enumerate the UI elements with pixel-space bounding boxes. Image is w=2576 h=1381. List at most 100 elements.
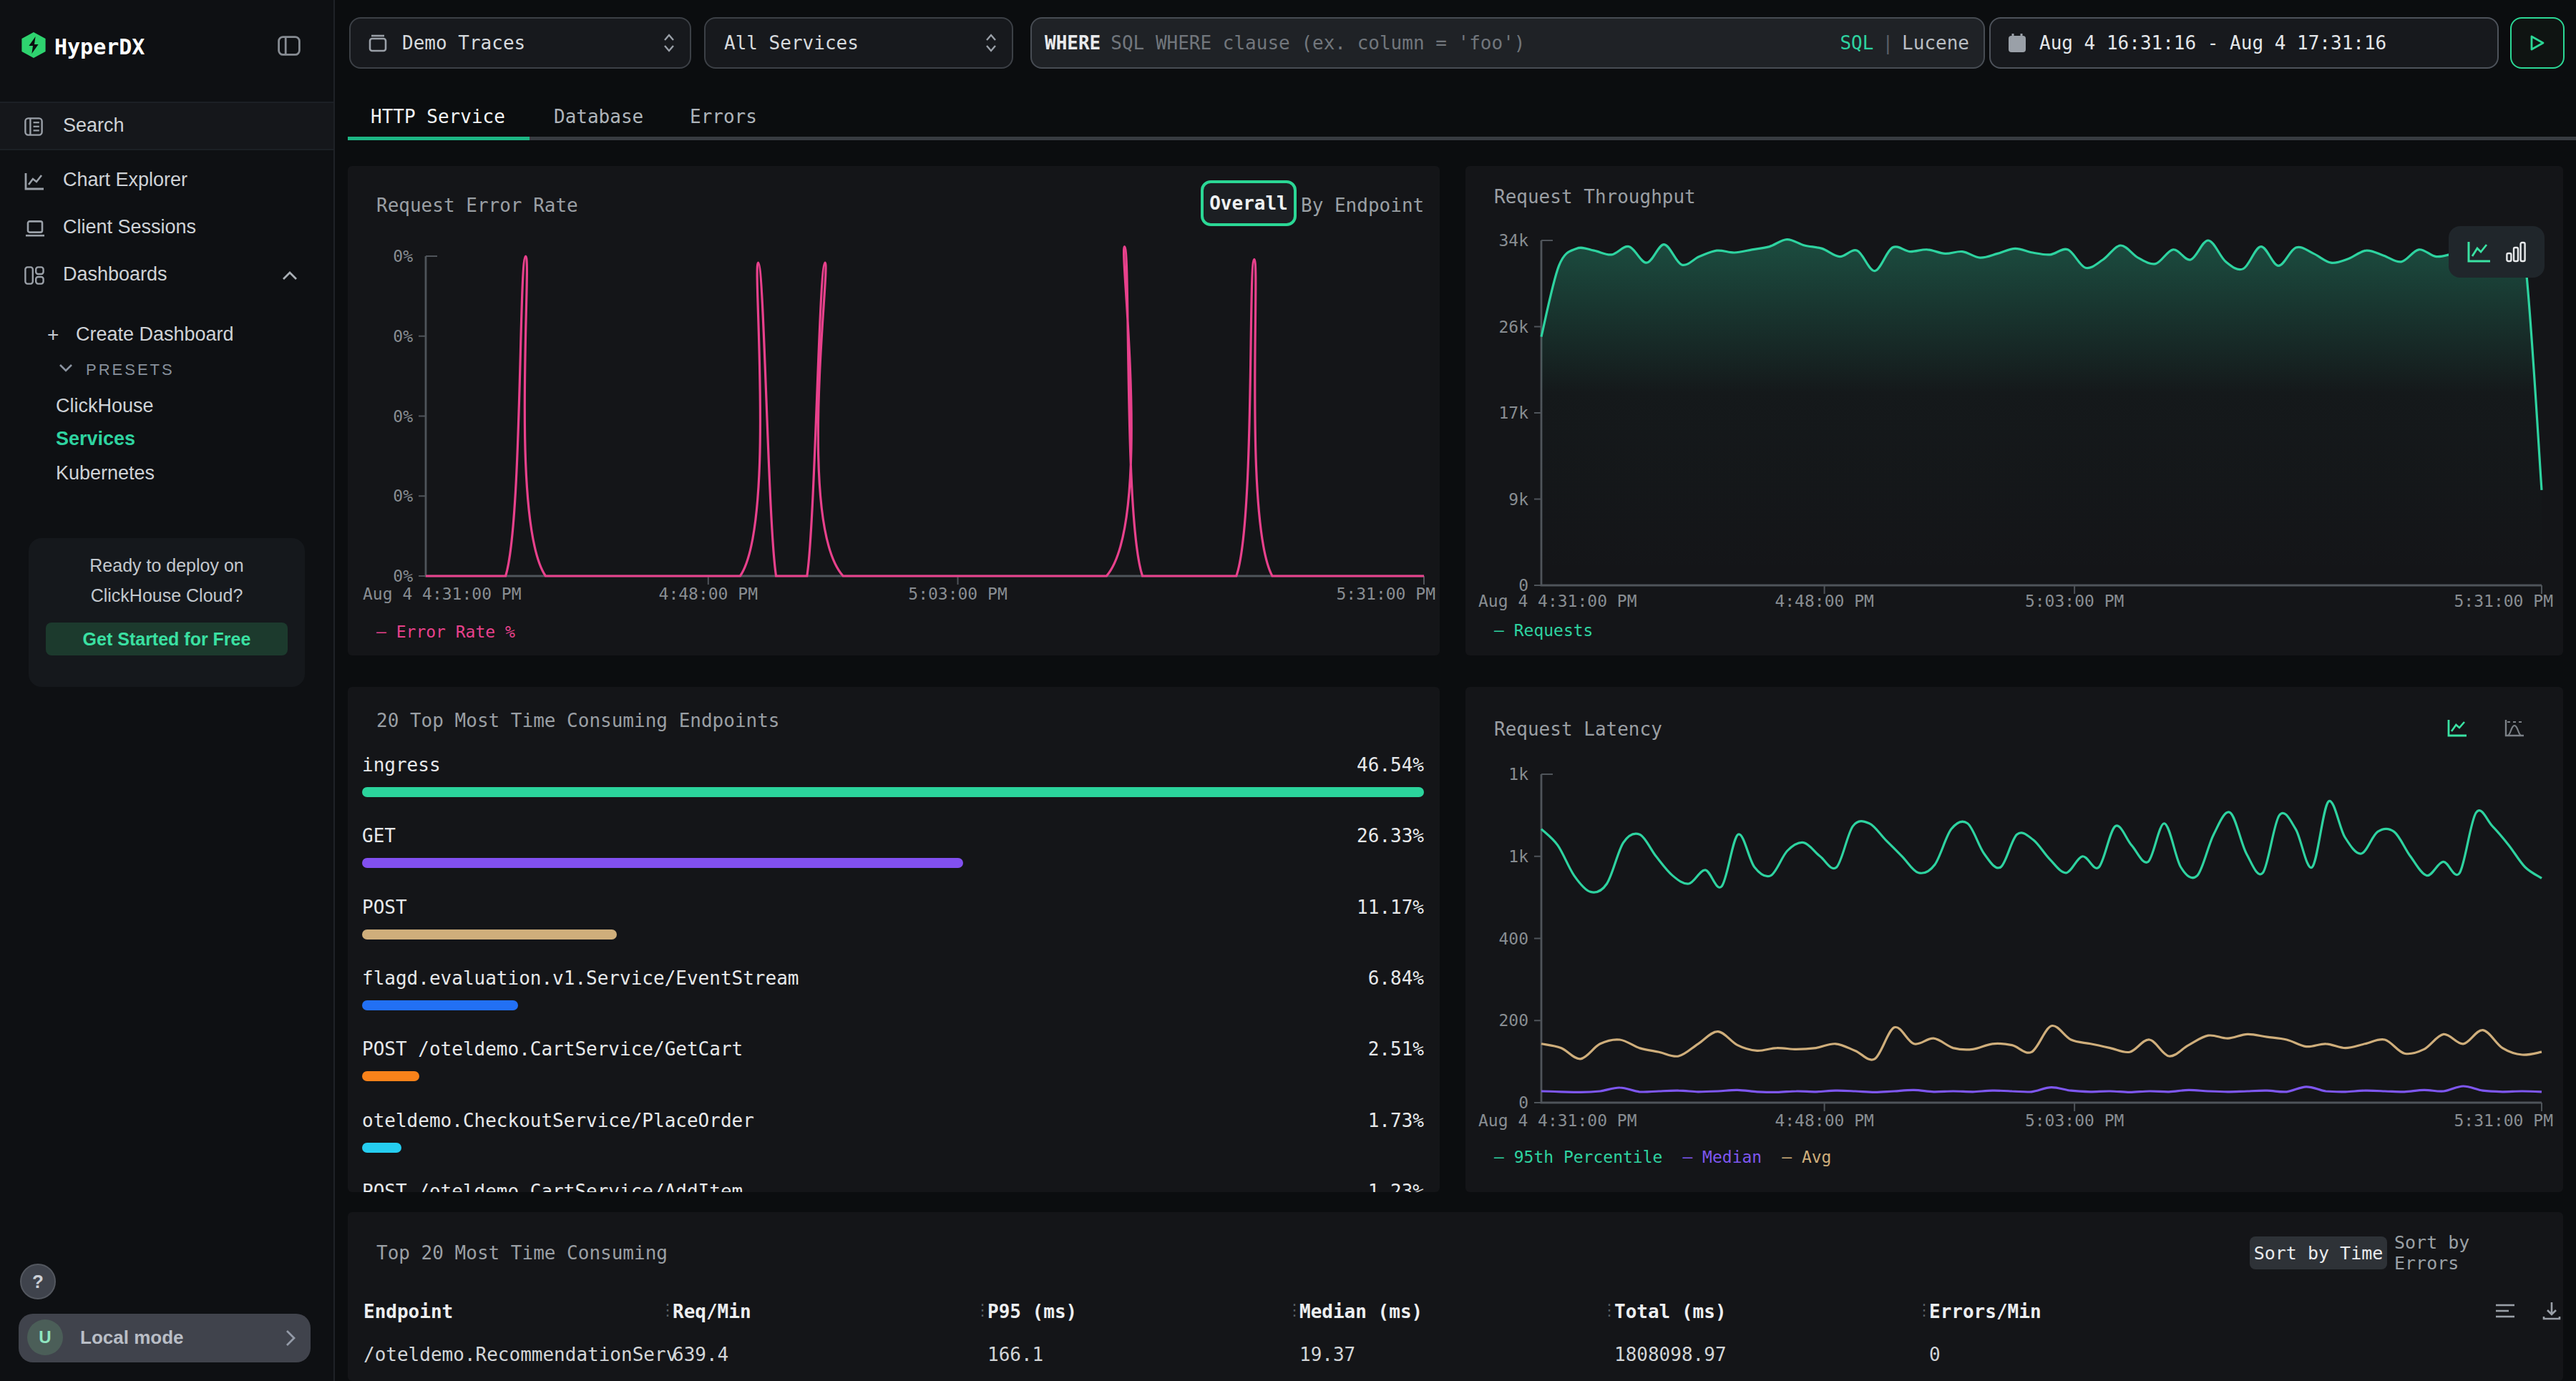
- endpoint-bar: [362, 1000, 518, 1010]
- source-select[interactable]: Demo Traces: [349, 17, 691, 69]
- create-dashboard-button[interactable]: Create Dashboard: [76, 323, 234, 346]
- panel-endpoints-table: Top 20 Most Time Consuming Sort by Time …: [348, 1212, 2563, 1381]
- legend-item: — Requests: [1494, 621, 1593, 640]
- sidebar-item-label: Dashboards: [63, 263, 167, 286]
- hyperdx-logo-icon: [20, 31, 47, 59]
- endpoint-list: ingress46.54%GET26.33%POST11.17%flagd.ev…: [348, 687, 1440, 1192]
- select-chevrons-icon: [663, 33, 675, 53]
- endpoint-percent: 2.51%: [1368, 1038, 1424, 1060]
- sidebar-item-services[interactable]: Services: [56, 428, 135, 450]
- bar-chart-icon[interactable]: [2506, 240, 2526, 263]
- time-range-picker[interactable]: Aug 4 16:31:16 - Aug 4 17:31:16: [1989, 17, 2499, 69]
- app: HyperDX Search Chart Explorer: [0, 0, 2576, 1381]
- svg-text:0%: 0%: [393, 327, 413, 346]
- endpoint-label[interactable]: GET: [362, 825, 396, 846]
- endpoint-bar: [362, 1071, 419, 1081]
- table-header[interactable]: P95 (ms): [987, 1301, 1077, 1322]
- column-resize-handle[interactable]: ⋮: [660, 1301, 675, 1319]
- lucene-mode-toggle[interactable]: Lucene: [1902, 32, 1969, 54]
- user-mode-pill[interactable]: U Local mode: [19, 1314, 311, 1362]
- column-resize-handle[interactable]: ⋮: [1601, 1301, 1617, 1319]
- chart-type-toolbar: [2449, 226, 2545, 278]
- table-cell: 0: [1929, 1344, 1941, 1365]
- table-cell: 1808098.97: [1614, 1344, 1727, 1365]
- calendar-icon: [2008, 33, 2026, 53]
- sidebar-item-label: Search: [63, 114, 125, 137]
- endpoint-label[interactable]: flagd.evaluation.v1.Service/EventStream: [362, 967, 799, 989]
- run-query-button[interactable]: [2510, 17, 2565, 69]
- table-header[interactable]: Total (ms): [1614, 1301, 1727, 1322]
- play-icon: [2529, 34, 2545, 52]
- search-placeholder: SQL WHERE clause (ex. column = 'foo'): [1111, 32, 1525, 54]
- endpoint-label[interactable]: ingress: [362, 754, 441, 776]
- panel-request-throughput: Request Throughput 34k26k17k9k0Aug 4 4:3…: [1465, 166, 2563, 655]
- tab-http-service[interactable]: HTTP Service: [371, 106, 505, 127]
- sql-mode-toggle[interactable]: SQL: [1840, 32, 1873, 54]
- column-settings-icon[interactable]: [2494, 1301, 2516, 1321]
- error-rate-chart: 0%0%0%0%0%Aug 4 4:31:00 PM4:48:00 PM5:03…: [348, 166, 1440, 655]
- help-button[interactable]: ?: [20, 1264, 56, 1299]
- endpoint-percent: 11.17%: [1357, 897, 1424, 918]
- endpoint-label[interactable]: POST /oteldemo.CartService/GetCart: [362, 1038, 743, 1060]
- svg-text:9k: 9k: [1508, 490, 1528, 509]
- svg-text:0: 0: [1518, 1093, 1528, 1112]
- table-header[interactable]: Req/Min: [673, 1301, 751, 1322]
- tab-bar: HTTP Service Database Errors: [335, 86, 2576, 140]
- svg-text:5:03:00 PM: 5:03:00 PM: [2025, 592, 2124, 610]
- service-select[interactable]: All Services: [704, 17, 1013, 69]
- promo-card: Ready to deploy on ClickHouse Cloud? Get…: [29, 538, 305, 687]
- chevron-down-icon: [59, 363, 73, 372]
- source-select-value: Demo Traces: [402, 32, 525, 54]
- svg-text:5:31:00 PM: 5:31:00 PM: [2454, 1111, 2553, 1130]
- sidebar-item-search[interactable]: Search: [0, 102, 333, 150]
- endpoint-bar: [362, 787, 1424, 797]
- time-range-value: Aug 4 16:31:16 - Aug 4 17:31:16: [2039, 32, 2386, 54]
- presets-section-label[interactable]: PRESETS: [86, 361, 175, 379]
- table-area: EndpointReq/Min⋮P95 (ms)⋮Median (ms)⋮Tot…: [348, 1212, 2563, 1381]
- endpoint-label[interactable]: POST /oteldemo.CartService/AddItem: [362, 1181, 743, 1192]
- svg-text:200: 200: [1498, 1011, 1528, 1030]
- svg-text:4:48:00 PM: 4:48:00 PM: [1775, 592, 1873, 610]
- svg-text:5:03:00 PM: 5:03:00 PM: [908, 585, 1007, 603]
- sidebar-item-clickhouse[interactable]: ClickHouse: [56, 395, 154, 417]
- svg-text:0%: 0%: [393, 407, 413, 426]
- column-resize-handle[interactable]: ⋮: [975, 1301, 990, 1319]
- panel-request-latency: Request Latency 1k1k4002000Aug 4 4:31:00…: [1465, 687, 2563, 1192]
- svg-text:Aug 4 4:31:00 PM: Aug 4 4:31:00 PM: [1478, 1111, 1637, 1130]
- sidebar-item-kubernetes[interactable]: Kubernetes: [56, 462, 155, 484]
- endpoint-bar: [362, 858, 963, 868]
- collapse-sidebar-icon[interactable]: [278, 36, 301, 56]
- endpoint-percent: 1.23%: [1368, 1181, 1424, 1192]
- where-label: WHERE: [1045, 32, 1101, 54]
- column-resize-handle[interactable]: ⋮: [1287, 1301, 1302, 1319]
- endpoint-percent: 46.54%: [1357, 754, 1424, 776]
- sidebar-item-dashboards[interactable]: Dashboards: [0, 252, 333, 299]
- endpoint-bar: [362, 1143, 401, 1153]
- service-select-value: All Services: [724, 32, 859, 54]
- legend-item: — Error Rate %: [376, 623, 515, 641]
- search-input[interactable]: WHERE SQL WHERE clause (ex. column = 'fo…: [1030, 17, 1985, 69]
- chevron-right-icon: [285, 1329, 296, 1347]
- endpoint-label[interactable]: oteldemo.CheckoutService/PlaceOrder: [362, 1110, 754, 1131]
- topbar: Demo Traces All Services WHERE SQL WHERE…: [335, 0, 2576, 86]
- get-started-button[interactable]: Get Started for Free: [46, 623, 288, 655]
- app-title: HyperDX: [54, 34, 145, 59]
- table-header[interactable]: Endpoint: [364, 1301, 453, 1322]
- plus-icon: +: [47, 323, 59, 346]
- column-resize-handle[interactable]: ⋮: [1916, 1301, 1932, 1319]
- tab-underline-track: [348, 137, 2576, 140]
- download-icon[interactable]: [2542, 1301, 2562, 1321]
- tab-database[interactable]: Database: [554, 106, 643, 127]
- svg-text:26k: 26k: [1498, 318, 1528, 336]
- table-header[interactable]: Median (ms): [1299, 1301, 1423, 1322]
- sidebar-item-label: Client Sessions: [63, 216, 196, 238]
- sidebar-item-client-sessions[interactable]: Client Sessions: [0, 205, 333, 252]
- tab-errors[interactable]: Errors: [690, 106, 757, 127]
- svg-text:17k: 17k: [1498, 404, 1528, 422]
- endpoint-bar: [362, 929, 617, 940]
- endpoint-label[interactable]: POST: [362, 897, 407, 918]
- avatar: U: [27, 1319, 63, 1355]
- table-header[interactable]: Errors/Min: [1929, 1301, 2041, 1322]
- sidebar-item-chart-explorer[interactable]: Chart Explorer: [0, 157, 333, 205]
- line-chart-icon[interactable]: [2467, 240, 2492, 263]
